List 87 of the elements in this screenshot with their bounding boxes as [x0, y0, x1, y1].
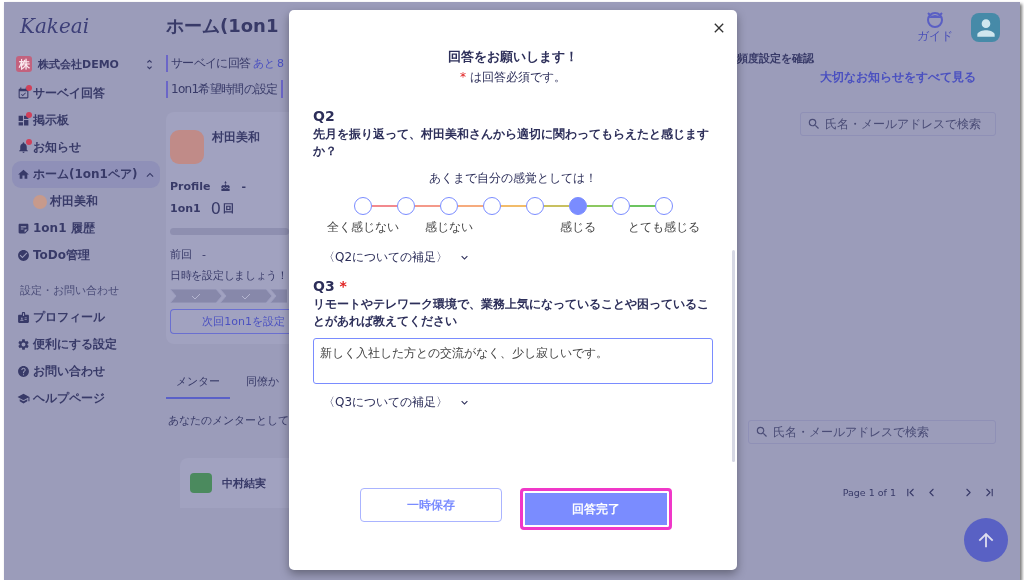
- sidebar-item[interactable]: ヘルプページ: [12, 385, 160, 412]
- id-badge-icon: [17, 311, 30, 324]
- hint-text: 日時を設定しましょう！: [170, 268, 289, 283]
- sidebar-item[interactable]: ホーム(1on1ペア): [12, 161, 160, 188]
- guide-button[interactable]: ガイド: [917, 10, 953, 45]
- scale-option[interactable]: [353, 197, 372, 215]
- tab[interactable]: 同僚か: [236, 370, 289, 399]
- question-text: 先月を振り返って、村田美和さんから適切に関わってもらえたと感じますか？: [313, 126, 710, 160]
- scale-label: とても感じる: [627, 218, 700, 236]
- profile-value: -: [241, 180, 246, 193]
- count-unit: 回: [222, 201, 234, 216]
- guide-character-icon: [925, 10, 945, 28]
- dashboard-icon: [17, 114, 30, 127]
- notice-accent-bar: [280, 80, 283, 98]
- org-badge: 株: [16, 56, 32, 72]
- avatar-placeholder: [33, 194, 47, 209]
- note-icon: [17, 222, 30, 235]
- notice-link[interactable]: サーベイに回答: [166, 54, 251, 72]
- avatar-placeholder: [170, 130, 204, 164]
- scale-option[interactable]: [568, 197, 587, 215]
- search-icon: [807, 117, 821, 131]
- scale-caption: あくまで自分の感覚としては！: [428, 170, 598, 187]
- notice-link[interactable]: 頻度設定を確認: [737, 51, 814, 66]
- sidebar-item[interactable]: お問い合わせ: [12, 358, 160, 385]
- count-value: 0: [210, 199, 221, 218]
- first-page-icon[interactable]: [904, 486, 917, 499]
- scale-label: 感じない: [424, 218, 473, 236]
- question-number: Q3 *: [313, 278, 348, 294]
- question-text: リモートやテレワーク環境で、業務上気になっていることや困っていることがあれば教えてください: [313, 296, 710, 330]
- scroll-top-button[interactable]: [964, 518, 1008, 562]
- cake-icon: [220, 181, 232, 192]
- save-draft-button[interactable]: 一時保存: [360, 488, 502, 522]
- sidebar-item[interactable]: ToDo管理: [12, 242, 160, 269]
- scale-label: 感じる: [559, 218, 596, 236]
- notification-dot: [26, 112, 32, 118]
- home-icon: [17, 168, 30, 181]
- avatar-placeholder: [190, 473, 212, 493]
- sidebar-item[interactable]: 便利にする設定: [12, 331, 160, 358]
- graduation-cap-icon: [17, 392, 30, 405]
- last-value: -: [202, 248, 206, 261]
- search-field[interactable]: 氏名・メールアドレスで検索: [748, 420, 996, 444]
- sidebar-item[interactable]: プロフィール: [12, 304, 160, 331]
- tab[interactable]: メンター: [166, 370, 230, 399]
- supplement-toggle[interactable]: 〈Q2についての補足〉: [323, 249, 472, 266]
- page-indicator: Page 1 of 1: [842, 487, 896, 498]
- scale-option[interactable]: [525, 197, 544, 215]
- last-label: 前回: [170, 247, 192, 262]
- sidebar-item[interactable]: 村田美和: [28, 188, 160, 215]
- section-title: 設定・お問い合わせ: [19, 283, 120, 299]
- user-avatar-icon[interactable]: [971, 13, 1000, 42]
- profile-label: Profile: [170, 180, 211, 193]
- page-title: ホーム(1on1: [166, 14, 280, 38]
- notification-dot: [26, 139, 32, 145]
- notice-link[interactable]: 1on1希望時間の設定: [166, 80, 278, 98]
- question-number: Q2: [313, 108, 336, 124]
- sidebar-item[interactable]: 1on1 履歴: [12, 215, 160, 242]
- search-icon: [755, 425, 769, 439]
- notification-dot: [26, 85, 32, 91]
- scale-option[interactable]: [439, 197, 458, 215]
- scale-option[interactable]: [482, 197, 501, 215]
- notice-count: あと 8: [253, 55, 284, 71]
- sidebar-item[interactable]: 掲示板: [12, 107, 160, 134]
- calendar-check-icon: [17, 87, 30, 100]
- sidebar-item[interactable]: お知らせ: [12, 134, 160, 161]
- supplement-toggle[interactable]: 〈Q3についての補足〉: [323, 394, 472, 411]
- answer-box[interactable]: 新しく入社した方との交流がなく、少し寂しいです。: [313, 338, 713, 384]
- mentor-name: 中村結実: [222, 475, 266, 491]
- sidebar-item[interactable]: サーベイ回答: [12, 80, 160, 107]
- set-next-button[interactable]: 次回1on1を設定: [170, 309, 289, 334]
- org-name: 株式会社DEMO: [38, 56, 120, 72]
- scale-option[interactable]: [611, 197, 630, 215]
- logo: Kakeai: [18, 14, 91, 38]
- tab-description: あなたのメンターとして: [167, 413, 289, 428]
- help-icon: [17, 365, 30, 378]
- submit-button[interactable]: 回答完了: [520, 488, 672, 530]
- pair-name: 村田美和: [212, 130, 260, 146]
- settings-icon: [17, 338, 30, 351]
- dialog-title: 回答をお願いします！: [447, 48, 579, 66]
- last-page-icon[interactable]: [983, 486, 996, 499]
- scale-label: 全く感じない: [326, 218, 399, 236]
- announcements-link[interactable]: 大切なお知らせをすべて見る: [820, 69, 976, 86]
- bell-icon: [17, 141, 30, 154]
- scale-option[interactable]: [396, 197, 415, 215]
- search-field[interactable]: 氏名・メールアドレスで検索: [800, 112, 996, 136]
- required-note: * は回答必須です。: [459, 69, 567, 86]
- scale-option[interactable]: [654, 197, 673, 215]
- count-label: 1on1: [170, 202, 201, 215]
